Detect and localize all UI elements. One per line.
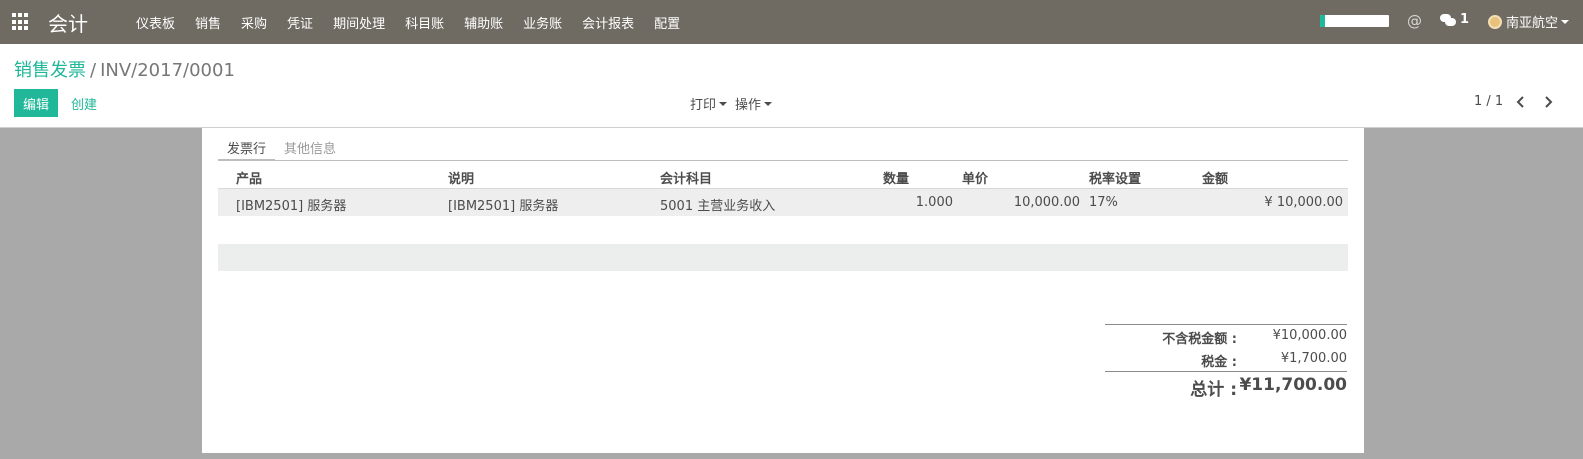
at-icon[interactable]: @ [1407,12,1422,30]
user-menu[interactable]: 南亚航空 [1488,12,1570,31]
edit-button[interactable]: 编辑 [14,89,58,117]
table-header: 产品 说明 会计科目 数量 单价 税率设置 金额 [218,161,1348,189]
chevron-down-icon [764,101,773,106]
menu-item-purchase[interactable]: 采购 [241,13,267,32]
menu-item-reports[interactable]: 会计报表 [582,13,634,32]
create-button[interactable]: 创建 [71,94,97,113]
cell-tax: 17% [1089,195,1118,210]
avatar [1488,14,1502,29]
untaxed-row: 不含税金额 : ¥10,000.00 [1105,325,1347,348]
cell-description: [IBM2501] 服务器 [448,199,559,214]
print-dropdown[interactable]: 打印 [690,94,728,113]
untaxed-value: ¥10,000.00 [1272,328,1347,343]
menu-item-dashboard[interactable]: 仪表板 [136,13,175,32]
progress-fill [1320,15,1325,27]
total-row: 总计 : ¥11,700.00 [1105,372,1347,402]
chevron-down-icon [719,101,728,106]
pager-value[interactable]: 1 / 1 [1474,94,1503,109]
menu-item-aux-ledger[interactable]: 辅助账 [464,13,503,32]
top-navbar: 会计 仪表板 销售 采购 凭证 期间处理 科目账 辅助账 业务账 会计报表 配置… [0,0,1583,44]
main-menu: 仪表板 销售 采购 凭证 期间处理 科目账 辅助账 业务账 会计报表 配置 [136,0,700,44]
tax-row: 税金 : ¥1,700.00 [1105,348,1347,371]
menu-item-vouchers[interactable]: 凭证 [287,13,313,32]
column-header-account[interactable]: 会计科目 [660,168,712,187]
column-header-product[interactable]: 产品 [236,168,262,187]
column-header-unit-price[interactable]: 单价 [962,168,988,187]
cell-unit-price: 10,000.00 [1013,195,1080,210]
chevron-down-icon [1561,19,1570,24]
untaxed-label: 不含税金额 : [1162,332,1237,347]
progress-bar [1320,15,1389,27]
app-title: 会计 [48,12,88,36]
breadcrumb-separator: / [90,60,97,81]
notebook-tabs: 发票行 其他信息 [218,133,1348,161]
total-value: ¥11,700.00 [1239,375,1347,395]
chat-count: 1 [1460,12,1470,27]
column-header-description[interactable]: 说明 [448,168,474,187]
tab-other-info[interactable]: 其他信息 [275,133,345,161]
menu-item-config[interactable]: 配置 [654,13,680,32]
table-spacer [218,216,1348,244]
table-add-line-row[interactable] [218,244,1348,271]
apps-grid-icon[interactable] [12,13,30,31]
chevron-left-icon[interactable] [1515,94,1529,110]
cell-amount: ¥ 10,000.00 [1264,195,1343,210]
menu-item-sales[interactable]: 销售 [195,13,221,32]
cell-account: 5001 主营业务收入 [660,199,776,214]
tab-invoice-lines[interactable]: 发票行 [218,133,276,161]
breadcrumb-parent[interactable]: 销售发票 [14,60,86,81]
cell-product: [IBM2501] 服务器 [236,199,347,214]
invoice-totals: 不含税金额 : ¥10,000.00 税金 : ¥1,700.00 总计 : ¥… [1105,324,1347,402]
menu-item-account-ledger[interactable]: 科目账 [405,13,444,32]
breadcrumb: 销售发票 / INV/2017/0001 [14,56,235,82]
breadcrumb-current: INV/2017/0001 [100,60,235,81]
tax-label: 税金 : [1201,355,1237,370]
column-header-tax[interactable]: 税率设置 [1089,168,1141,187]
column-header-amount[interactable]: 金额 [1202,168,1228,187]
cell-quantity: 1.000 [915,195,953,210]
chat-button[interactable]: 1 [1440,12,1469,27]
form-sheet: 发票行 其他信息 产品 说明 会计科目 数量 单价 税率设置 金额 [IBM25… [202,128,1364,453]
action-label: 操作 [735,98,762,113]
control-panel: 销售发票 / INV/2017/0001 编辑 创建 打印 操作 1 / 1 [0,44,1583,128]
tax-value: ¥1,700.00 [1280,351,1347,366]
chat-icon [1440,13,1456,26]
action-dropdown[interactable]: 操作 [735,94,773,113]
chevron-right-icon[interactable] [1542,94,1556,110]
menu-item-period[interactable]: 期间处理 [333,13,385,32]
invoice-lines-table: 产品 说明 会计科目 数量 单价 税率设置 金额 [IBM2501] 服务器 [… [218,161,1348,271]
user-name: 南亚航空 [1506,16,1559,31]
print-label: 打印 [690,98,717,113]
column-header-quantity[interactable]: 数量 [883,168,909,187]
total-label: 总计 : [1190,380,1237,400]
table-row[interactable]: [IBM2501] 服务器 [IBM2501] 服务器 5001 主营业务收入 … [218,189,1348,216]
menu-item-business-ledger[interactable]: 业务账 [523,13,562,32]
